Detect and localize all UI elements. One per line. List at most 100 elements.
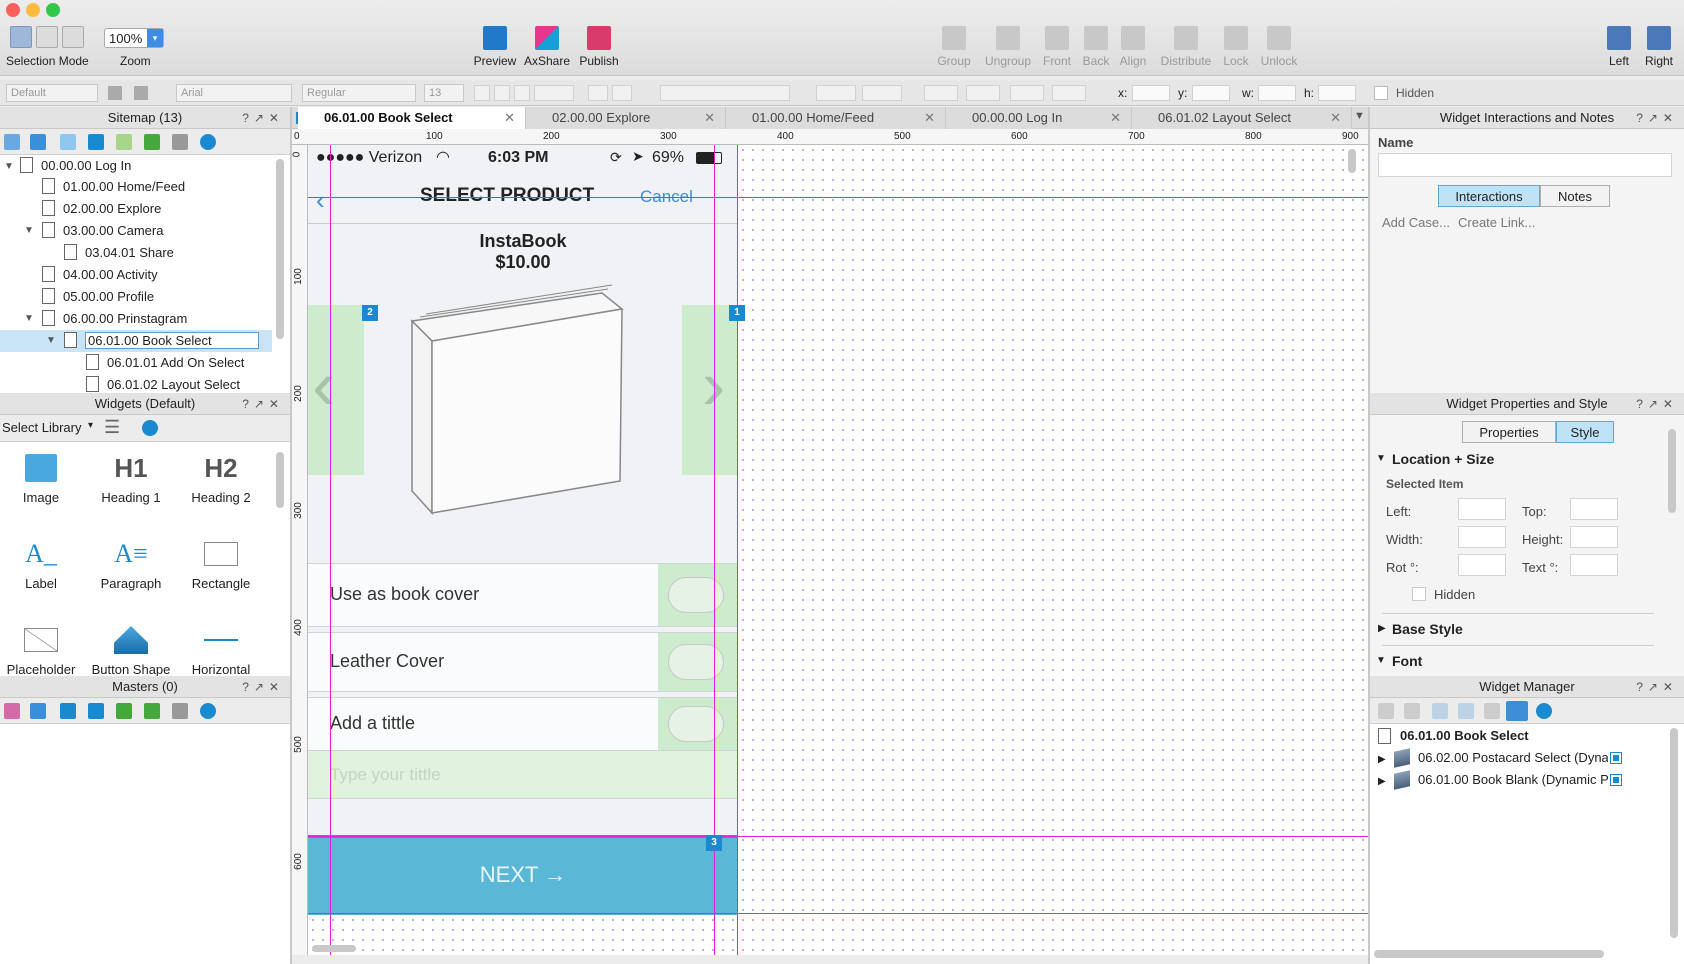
add-master-icon[interactable] <box>4 703 20 719</box>
widget-image[interactable]: Image <box>0 446 86 505</box>
font-heading[interactable]: Font <box>1392 653 1422 669</box>
next-button[interactable]: NEXT → <box>308 835 738 915</box>
style-edit-icon[interactable] <box>134 86 148 100</box>
hidden-checkbox[interactable] <box>1412 587 1426 601</box>
horizontal-guide[interactable] <box>308 913 1368 914</box>
properties-scrollbar[interactable] <box>1668 429 1676 513</box>
widget-paragraph[interactable]: A≡ Paragraph <box>86 532 176 591</box>
text-rotation-field[interactable] <box>1570 554 1618 576</box>
widget-button-shape[interactable]: Button Shape <box>86 618 176 676</box>
w-field[interactable] <box>1258 85 1296 101</box>
panel-controls-icon[interactable]: ?↗✕ <box>1636 393 1678 415</box>
canvas-vertical-scrollbar[interactable] <box>1348 149 1356 173</box>
search-icon[interactable] <box>142 420 158 436</box>
move-down-icon[interactable] <box>88 703 104 719</box>
panel-controls-icon[interactable]: ?↗✕ <box>242 676 284 698</box>
widget-rectangle[interactable]: Rectangle <box>176 532 266 591</box>
connector-mode-icon[interactable] <box>62 26 84 48</box>
bold-button[interactable] <box>474 85 490 101</box>
bullets-button[interactable] <box>588 85 608 101</box>
sitemap-item[interactable]: 01.00.00 Home/Feed <box>42 176 185 198</box>
add-folder-icon[interactable] <box>30 134 46 150</box>
indent-icon[interactable] <box>116 134 132 150</box>
move-down-icon[interactable] <box>1458 703 1474 719</box>
widget-horizontal-line[interactable]: Horizontal <box>176 618 266 676</box>
sitemap-scrollbar[interactable] <box>276 159 284 339</box>
unlock-button[interactable]: Unlock <box>1250 26 1308 68</box>
font-color-button[interactable] <box>534 85 574 101</box>
vertical-guide[interactable] <box>737 145 738 955</box>
italic-button[interactable] <box>494 85 510 101</box>
sitemap-item[interactable]: 05.00.00 Profile <box>42 286 154 308</box>
sitemap-item[interactable]: 06.01.01 Add On Select <box>86 352 244 374</box>
tab-notes[interactable]: Notes <box>1540 185 1610 207</box>
delete-icon[interactable] <box>1484 703 1500 719</box>
disclosure-open-icon[interactable]: ▼ <box>46 335 56 346</box>
text-align-group[interactable] <box>660 85 790 101</box>
border-color-button[interactable] <box>924 85 958 101</box>
vertical-guide[interactable] <box>330 145 331 955</box>
disclosure-open-icon[interactable]: ▼ <box>4 161 14 172</box>
font-size-select[interactable]: 13 <box>424 84 464 102</box>
title-toggle[interactable] <box>658 698 738 750</box>
horizontal-guide[interactable] <box>308 836 1368 837</box>
width-field[interactable] <box>1458 526 1506 548</box>
duplicate-state-icon[interactable] <box>1404 703 1420 719</box>
arrow-style-button[interactable] <box>1052 85 1086 101</box>
footnote-badge[interactable]: 3 <box>706 835 722 851</box>
zoom-window-button[interactable] <box>46 3 60 17</box>
canvas-horizontal-scrollbar[interactable] <box>312 945 356 952</box>
font-weight-select[interactable]: Regular <box>302 84 416 102</box>
pointer-select-icon[interactable] <box>10 26 32 48</box>
zoom-select[interactable]: 100% ▾ <box>104 28 164 48</box>
tab-book-select[interactable]: 06.01.00 Book Select ✕ <box>298 107 526 129</box>
visibility-toggle-icon[interactable] <box>1610 774 1622 786</box>
location-size-heading[interactable]: Location + Size <box>1392 451 1494 467</box>
sitemap-item[interactable]: 02.00.00 Explore <box>42 198 161 220</box>
tab-home-feed[interactable]: 01.00.00 Home/Feed ✕ <box>726 107 946 129</box>
y-field[interactable] <box>1192 85 1230 101</box>
widget-placeholder[interactable]: Placeholder <box>0 618 86 676</box>
search-icon[interactable] <box>200 134 216 150</box>
phone-mockup[interactable]: ●●●●● Verizon ◠ 6:03 PM ⟳ ➤ 69% ‹ SELECT… <box>308 145 738 915</box>
panel-controls-icon[interactable]: ?↗✕ <box>242 107 284 129</box>
widget-heading-1[interactable]: H1 Heading 1 <box>86 446 176 506</box>
sitemap-item[interactable]: 06.00.00 Prinstagram <box>42 308 187 330</box>
close-tab-icon[interactable]: ✕ <box>1110 107 1121 129</box>
underline-button[interactable] <box>514 85 530 101</box>
filter-icon[interactable] <box>1506 701 1528 721</box>
link-button[interactable] <box>612 85 632 101</box>
delete-page-icon[interactable] <box>172 134 188 150</box>
close-tab-icon[interactable]: ✕ <box>504 107 515 129</box>
widget-label[interactable]: A_ Label <box>0 532 86 591</box>
outdent-icon[interactable] <box>144 134 160 150</box>
close-tab-icon[interactable]: ✕ <box>704 107 715 129</box>
prev-product-hotspot[interactable]: ‹ <box>308 305 364 475</box>
cover-toggle[interactable] <box>658 564 738 626</box>
search-icon[interactable] <box>200 703 216 719</box>
base-style-heading[interactable]: Base Style <box>1392 621 1463 637</box>
close-tab-icon[interactable]: ✕ <box>1330 107 1341 129</box>
disclosure-closed-icon[interactable]: ▶ <box>1378 776 1386 787</box>
axshare-button[interactable]: AxShare <box>518 26 576 68</box>
option-use-as-cover[interactable]: Use as book cover <box>308 563 738 627</box>
height-field[interactable] <box>1570 526 1618 548</box>
border-width-button[interactable] <box>966 85 1000 101</box>
footnote-badge[interactable]: 1 <box>729 305 745 321</box>
style-select[interactable]: Default <box>6 84 98 102</box>
search-icon[interactable] <box>1536 703 1552 719</box>
move-up-icon[interactable] <box>60 703 76 719</box>
left-field[interactable] <box>1458 498 1506 520</box>
tab-explore[interactable]: 02.00.00 Explore ✕ <box>526 107 726 129</box>
panel-controls-icon[interactable]: ?↗✕ <box>1636 107 1678 129</box>
visibility-toggle-icon[interactable] <box>1610 752 1622 764</box>
h-field[interactable] <box>1318 85 1356 101</box>
move-up-icon[interactable] <box>60 134 76 150</box>
leather-toggle[interactable] <box>658 633 738 691</box>
tab-overflow-icon[interactable]: ▼ <box>1354 110 1365 122</box>
add-state-icon[interactable] <box>1378 703 1394 719</box>
outdent-icon[interactable] <box>144 703 160 719</box>
tab-layout-select[interactable]: 06.01.02 Layout Select ✕ <box>1132 107 1352 129</box>
fill-color-button[interactable] <box>816 85 856 101</box>
sitemap-item[interactable]: 03.00.00 Camera <box>42 220 163 242</box>
